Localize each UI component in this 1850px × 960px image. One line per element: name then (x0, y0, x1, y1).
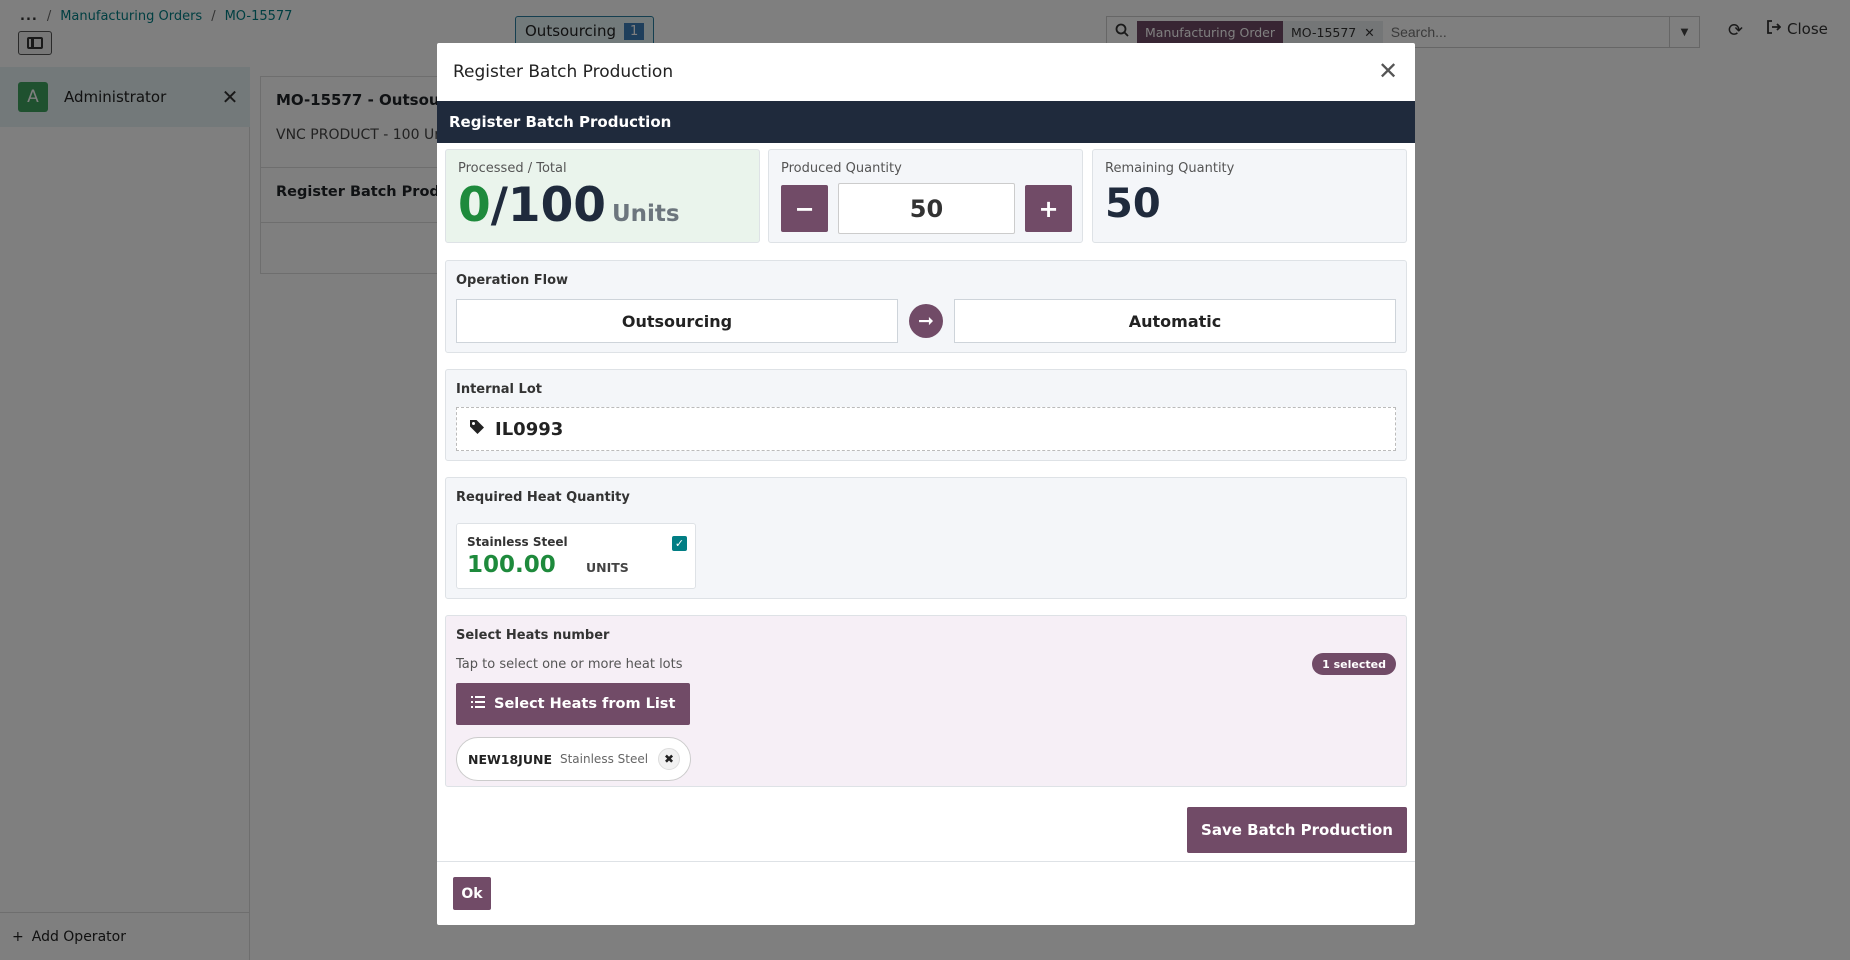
quantity-stepper: − + (781, 183, 1072, 234)
select-heats-label: Select Heats number (456, 628, 610, 643)
flow-from-operation: Outsourcing (456, 299, 898, 343)
processed-unit: Units (611, 201, 680, 227)
required-heat-section: Required Heat Quantity Stainless Steel 1… (445, 477, 1407, 599)
register-batch-dialog: Register Batch Production ✕ Register Bat… (437, 43, 1415, 925)
processed-total-card: Processed / Total 0 / 100 Units (445, 149, 760, 243)
produced-label: Produced Quantity (781, 161, 902, 176)
flow-to-operation: Automatic (954, 299, 1396, 343)
processed-label: Processed / Total (458, 161, 567, 176)
checkbox-checked-icon[interactable]: ✓ (672, 536, 687, 551)
required-heat-label: Required Heat Quantity (456, 490, 630, 505)
select-heats-button[interactable]: Select Heats from List (456, 683, 691, 725)
remove-chip-icon[interactable]: ✖ (658, 748, 681, 770)
produced-quantity-card: Produced Quantity − + (768, 149, 1083, 243)
produced-quantity-input[interactable] (838, 183, 1015, 234)
internal-lot-value: IL0993 (495, 418, 564, 440)
close-icon[interactable]: ✕ (1373, 57, 1403, 87)
select-heats-section: Select Heats number Tap to select one or… (445, 615, 1407, 787)
processed-value: 0 / 100 Units (458, 182, 747, 229)
tag-icon (469, 419, 485, 440)
section-header: Register Batch Production (437, 101, 1415, 143)
remaining-quantity-card: Remaining Quantity 50 (1092, 149, 1407, 243)
operation-flow-section: Operation Flow Outsourcing ➞ Automatic (445, 260, 1407, 353)
save-batch-production-button[interactable]: Save Batch Production (1187, 807, 1407, 853)
modal-header: Register Batch Production ✕ (437, 43, 1415, 101)
selected-count-badge: 1 selected (1312, 653, 1396, 675)
processed-separator: / (490, 178, 508, 233)
arrow-right-icon: ➞ (909, 304, 943, 338)
processed-done: 0 (458, 178, 491, 233)
heat-unit: UNITS (586, 560, 629, 575)
chip-heat-material: Stainless Steel (559, 752, 649, 766)
remaining-value: 50 (1105, 181, 1161, 227)
increment-button[interactable]: + (1025, 185, 1072, 232)
internal-lot-section: Internal Lot IL0993 (445, 369, 1407, 461)
select-heats-button-label: Select Heats from List (494, 696, 676, 712)
heat-quantity: 100.00 (467, 552, 556, 578)
ok-button[interactable]: Ok (453, 877, 491, 910)
internal-lot-label: Internal Lot (456, 382, 542, 397)
chip-heat-lot: NEW18JUNE (468, 751, 552, 767)
heat-material-name: Stainless Steel (467, 535, 568, 549)
operation-flow-label: Operation Flow (456, 273, 569, 288)
list-icon (471, 696, 485, 712)
processed-total: 100 (507, 178, 606, 233)
select-heats-help: Tap to select one or more heat lots (456, 657, 683, 672)
selected-heat-chip: NEW18JUNE Stainless Steel ✖ (456, 737, 692, 781)
decrement-button[interactable]: − (781, 185, 828, 232)
remaining-label: Remaining Quantity (1105, 161, 1235, 176)
internal-lot-field: IL0993 (456, 407, 1396, 451)
modal-title: Register Batch Production (453, 62, 674, 82)
modal-footer: Ok (437, 861, 1415, 925)
heat-requirement-card: Stainless Steel 100.00 UNITS ✓ (456, 523, 696, 589)
